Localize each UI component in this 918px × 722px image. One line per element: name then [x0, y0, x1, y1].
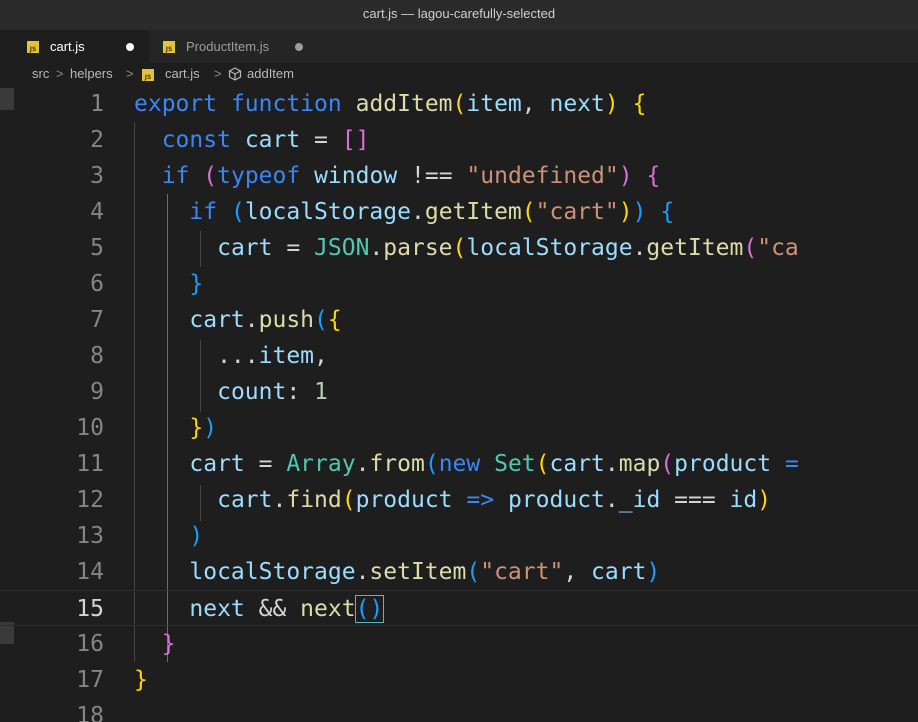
code-text[interactable]: export function addItem(item, next) { [134, 86, 646, 122]
window-title-bar: cart.js — lagou-carefully-selected [0, 0, 918, 30]
window-title: cart.js — lagou-carefully-selected [362, 6, 556, 21]
code-text[interactable]: count: 1 [134, 374, 328, 410]
code-text[interactable]: if (localStorage.getItem("cart")) { [134, 194, 674, 230]
chevron-right-icon: > [56, 66, 64, 81]
code-text[interactable]: if (typeof window !== "undefined") { [134, 158, 661, 194]
line-number: 16 [76, 631, 104, 657]
line-number: 7 [90, 307, 104, 333]
tab-label: ProductItem.js [186, 39, 270, 54]
line-number: 3 [90, 163, 104, 189]
code-text[interactable]: }) [134, 410, 217, 446]
code-line[interactable]: 8 ...item, [0, 338, 918, 374]
chevron-right-icon: > [126, 66, 134, 81]
code-line[interactable]: 18 [0, 698, 918, 722]
code-text[interactable]: next && next() [134, 591, 385, 627]
line-number: 4 [90, 199, 104, 225]
breadcrumb-item-cart-js[interactable]: cart.js [165, 63, 200, 85]
code-text[interactable]: ) [134, 518, 203, 554]
code-line[interactable]: 16 } [0, 626, 918, 662]
code-line[interactable]: 9 count: 1 [0, 374, 918, 410]
tab-label: cart.js [50, 39, 85, 54]
code-line[interactable]: 2 const cart = [] [0, 122, 918, 158]
code-line[interactable]: 7 cart.push({ [0, 302, 918, 338]
code-line[interactable]: 12 cart.find(product => product._id === … [0, 482, 918, 518]
js-file-icon: JS [142, 69, 154, 81]
code-line[interactable]: 14 localStorage.setItem("cart", cart) [0, 554, 918, 590]
code-text[interactable]: cart = Array.from(new Set(cart.map(produ… [134, 446, 798, 482]
unsaved-dot-icon[interactable] [295, 43, 303, 51]
line-number: 13 [76, 523, 104, 549]
code-line[interactable]: 11 cart = Array.from(new Set(cart.map(pr… [0, 446, 918, 482]
line-number: 14 [76, 559, 104, 585]
code-text[interactable]: } [134, 662, 148, 698]
unsaved-dot-icon[interactable] [126, 43, 134, 51]
line-number: 2 [90, 127, 104, 153]
code-line[interactable]: 10 }) [0, 410, 918, 446]
line-number: 17 [76, 667, 104, 693]
tab-cart-js[interactable]: JS cart.js [0, 30, 150, 63]
code-line[interactable]: 4 if (localStorage.getItem("cart")) { [0, 194, 918, 230]
tab-productitem-js[interactable]: JS ProductItem.js [150, 30, 318, 63]
code-text[interactable]: const cart = [] [134, 122, 370, 158]
code-line[interactable]: 6 } [0, 266, 918, 302]
line-number: 18 [76, 703, 104, 722]
line-number: 15 [76, 596, 104, 622]
code-line[interactable]: 1 export function addItem(item, next) { [0, 86, 918, 122]
code-text[interactable]: } [134, 626, 176, 662]
line-number: 12 [76, 487, 104, 513]
breadcrumb-item-additem[interactable]: addItem [247, 63, 294, 85]
line-number: 10 [76, 415, 104, 441]
breadcrumb-item-helpers[interactable]: helpers [70, 63, 113, 85]
line-number: 1 [90, 91, 104, 117]
code-text[interactable]: ...item, [134, 338, 328, 374]
code-text[interactable]: cart.push({ [134, 302, 341, 338]
line-number: 9 [90, 379, 104, 405]
editor-tab-bar: JS cart.js JS ProductItem.js [0, 30, 918, 63]
line-number: 8 [90, 343, 104, 369]
js-file-icon: JS [27, 41, 39, 53]
code-line-current[interactable]: 15 next && next() [0, 590, 918, 626]
line-number: 5 [90, 235, 104, 261]
code-line[interactable]: 5 cart = JSON.parse(localStorage.getItem… [0, 230, 918, 266]
chevron-right-icon: > [214, 66, 222, 81]
line-number: 6 [90, 271, 104, 297]
code-line[interactable]: 13 ) [0, 518, 918, 554]
code-text[interactable]: localStorage.setItem("cart", cart) [134, 554, 660, 590]
code-editor[interactable]: 1 export function addItem(item, next) { … [0, 85, 918, 722]
code-line[interactable]: 3 if (typeof window !== "undefined") { [0, 158, 918, 194]
js-file-icon: JS [163, 41, 175, 53]
line-number: 11 [76, 451, 104, 477]
code-text[interactable]: cart = JSON.parse(localStorage.getItem("… [134, 230, 799, 266]
code-text[interactable]: } [134, 266, 203, 302]
code-text[interactable]: cart.find(product => product._id === id) [134, 482, 771, 518]
breadcrumb-item-src[interactable]: src [32, 63, 49, 85]
code-line[interactable]: 17 } [0, 662, 918, 698]
breadcrumb: src > helpers > JS cart.js > addItem [0, 63, 918, 85]
